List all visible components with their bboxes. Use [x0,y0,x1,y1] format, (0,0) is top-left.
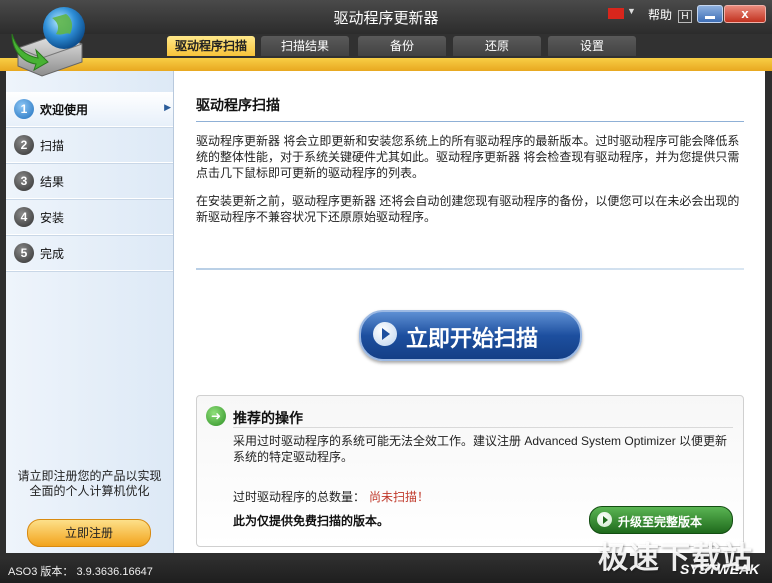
register-promo-text: 请立即注册您的产品以实现全面的个人计算机优化 [17,469,162,498]
sidebar-item-label: 结果 [40,175,65,189]
chevron-right-icon: ▶ [164,102,171,112]
play-icon [597,512,612,527]
upgrade-full-version-button[interactable]: 升级至完整版本 [589,506,733,534]
upgrade-label: 升级至完整版本 [618,515,703,529]
step-number-badge: 2 [14,135,34,155]
minimize-button[interactable] [697,5,723,23]
language-dropdown-icon[interactable]: ▼ [627,6,636,16]
app-window: 驱动程序更新器 ▼ 帮助 H x aso 驱动程序扫描 扫描结果 [0,0,772,583]
sidebar-item-welcome[interactable]: 1 欢迎使用 ▶ [6,92,173,127]
header-accent-strip [0,58,772,71]
version-text: ASO3 版本： 3.9.3636.16647 [8,566,153,578]
help-label: 帮助 [648,8,673,22]
recommend-divider [233,427,733,428]
main-panel: 驱动程序扫描 驱动程序更新器 将会立即更新和安装您系统上的所有驱动程序的最新版本… [174,71,765,553]
recommended-action-panel: ➜ 推荐的操作 采用过时驱动程序的系统可能无法全效工作。建议注册 Advance… [196,395,744,547]
help-menu[interactable]: 帮助 H [648,6,692,23]
register-now-button[interactable]: 立即注册 [27,519,151,547]
outdated-count-value: 尚未扫描！ [369,490,430,504]
backup-paragraph: 在安装更新之前，驱动程序更新器 还将会自动创建您现有驱动程序的备份，以便您可以在… [196,194,740,224]
start-scan-button[interactable]: 立即开始扫描 [359,310,582,361]
sidebar-item-label: 欢迎使用 [40,103,89,117]
sidebar-item-label: 扫描 [40,139,65,153]
tab-scan-results[interactable]: 扫描结果 [261,36,349,56]
app-logo-icon [11,7,85,77]
arrow-right-icon: ➜ [206,406,226,426]
start-scan-label: 立即开始扫描 [406,326,539,351]
outdated-count-label: 过时驱动程序的总数量： [233,490,366,504]
tab-restore[interactable]: 还原 [453,36,541,56]
site-watermark: 极速下载站 [598,542,753,575]
recommended-action-title: 推荐的操作 [233,410,303,426]
title-divider [196,121,744,122]
page-title: 驱动程序扫描 [196,97,280,113]
play-icon [373,322,397,346]
sidebar-item-finish[interactable]: 5 完成 [6,236,173,271]
free-version-note: 此为仅提供免费扫描的版本。 [233,514,390,528]
step-number-badge: 3 [14,171,34,191]
sidebar: 1 欢迎使用 ▶ 2 扫描 3 结果 4 安装 5 完成 请立即注册您的产品以实… [6,71,174,553]
step-number-badge: 4 [14,207,34,227]
close-button[interactable]: x [724,5,766,23]
step-number-badge: 5 [14,243,34,263]
help-shortcut-key: H [678,10,692,23]
intro-paragraph: 驱动程序更新器 将会立即更新和安装您系统上的所有驱动程序的最新版本。过时驱动程序… [196,134,740,180]
step-number-badge: 1 [14,99,34,119]
sidebar-item-label: 完成 [40,247,65,261]
sidebar-item-label: 安装 [40,211,65,225]
tab-settings[interactable]: 设置 [548,36,636,56]
tab-backup[interactable]: 备份 [358,36,446,56]
language-flag-icon[interactable] [608,8,624,19]
title-bar: 驱动程序更新器 ▼ 帮助 H x [0,0,772,34]
tab-driver-scan[interactable]: 驱动程序扫描 [167,36,255,56]
section-divider [196,268,744,270]
sidebar-item-scan[interactable]: 2 扫描 [6,128,173,163]
recommended-action-text: 采用过时驱动程序的系统可能无法全效工作。建议注册 Advanced System… [233,434,728,464]
sidebar-item-results[interactable]: 3 结果 [6,164,173,199]
sidebar-item-install[interactable]: 4 安装 [6,200,173,235]
